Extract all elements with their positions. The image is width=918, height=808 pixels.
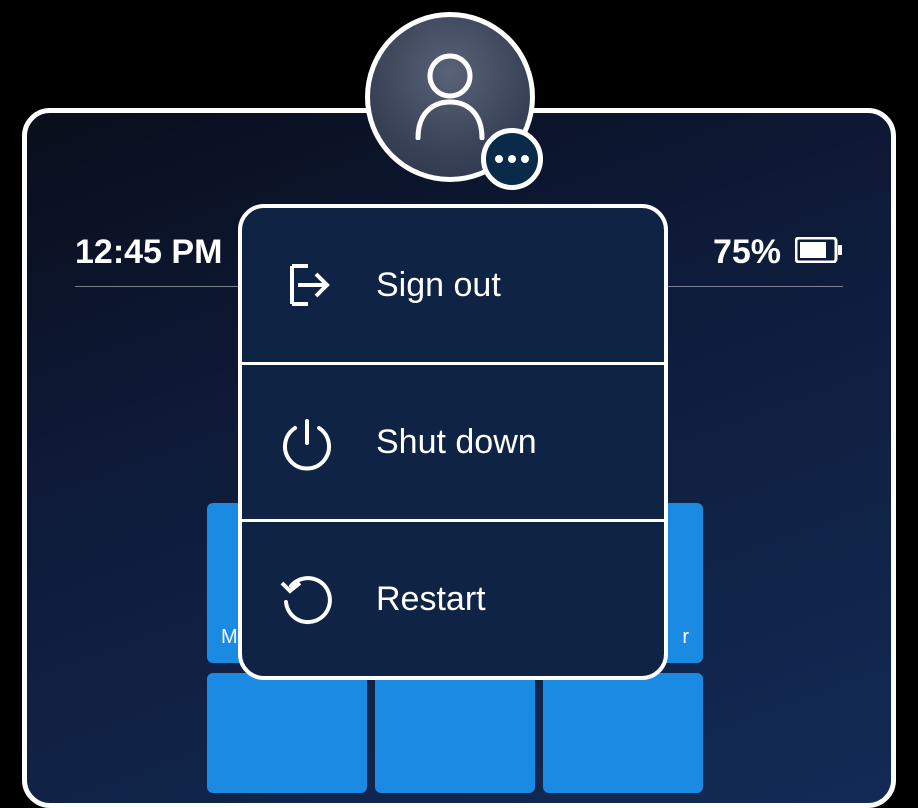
ellipsis-icon [508,155,516,163]
ellipsis-icon [495,155,503,163]
power-icon [278,413,336,471]
power-menu: Sign out Shut down Restart [238,204,668,680]
app-tiles-row-2 [207,673,703,793]
time-label: 12:45 PM [75,233,222,272]
sign-out-button[interactable]: Sign out [242,208,664,365]
restart-button[interactable]: Restart [242,522,664,676]
app-tile[interactable] [375,673,535,793]
app-tile[interactable] [207,673,367,793]
ellipsis-icon [521,155,529,163]
user-avatar-container [365,12,545,192]
app-tile[interactable] [543,673,703,793]
tile-label: r [682,626,689,649]
restart-icon [278,570,336,628]
battery-indicator: 75% [713,233,843,272]
person-icon [410,50,490,145]
menu-item-label: Restart [376,580,486,619]
menu-item-label: Shut down [376,423,537,462]
more-options-button[interactable] [481,128,543,190]
shut-down-button[interactable]: Shut down [242,365,664,522]
sign-out-icon [278,256,336,314]
battery-icon [795,237,843,268]
battery-percentage: 75% [713,233,781,272]
menu-item-label: Sign out [376,266,501,305]
